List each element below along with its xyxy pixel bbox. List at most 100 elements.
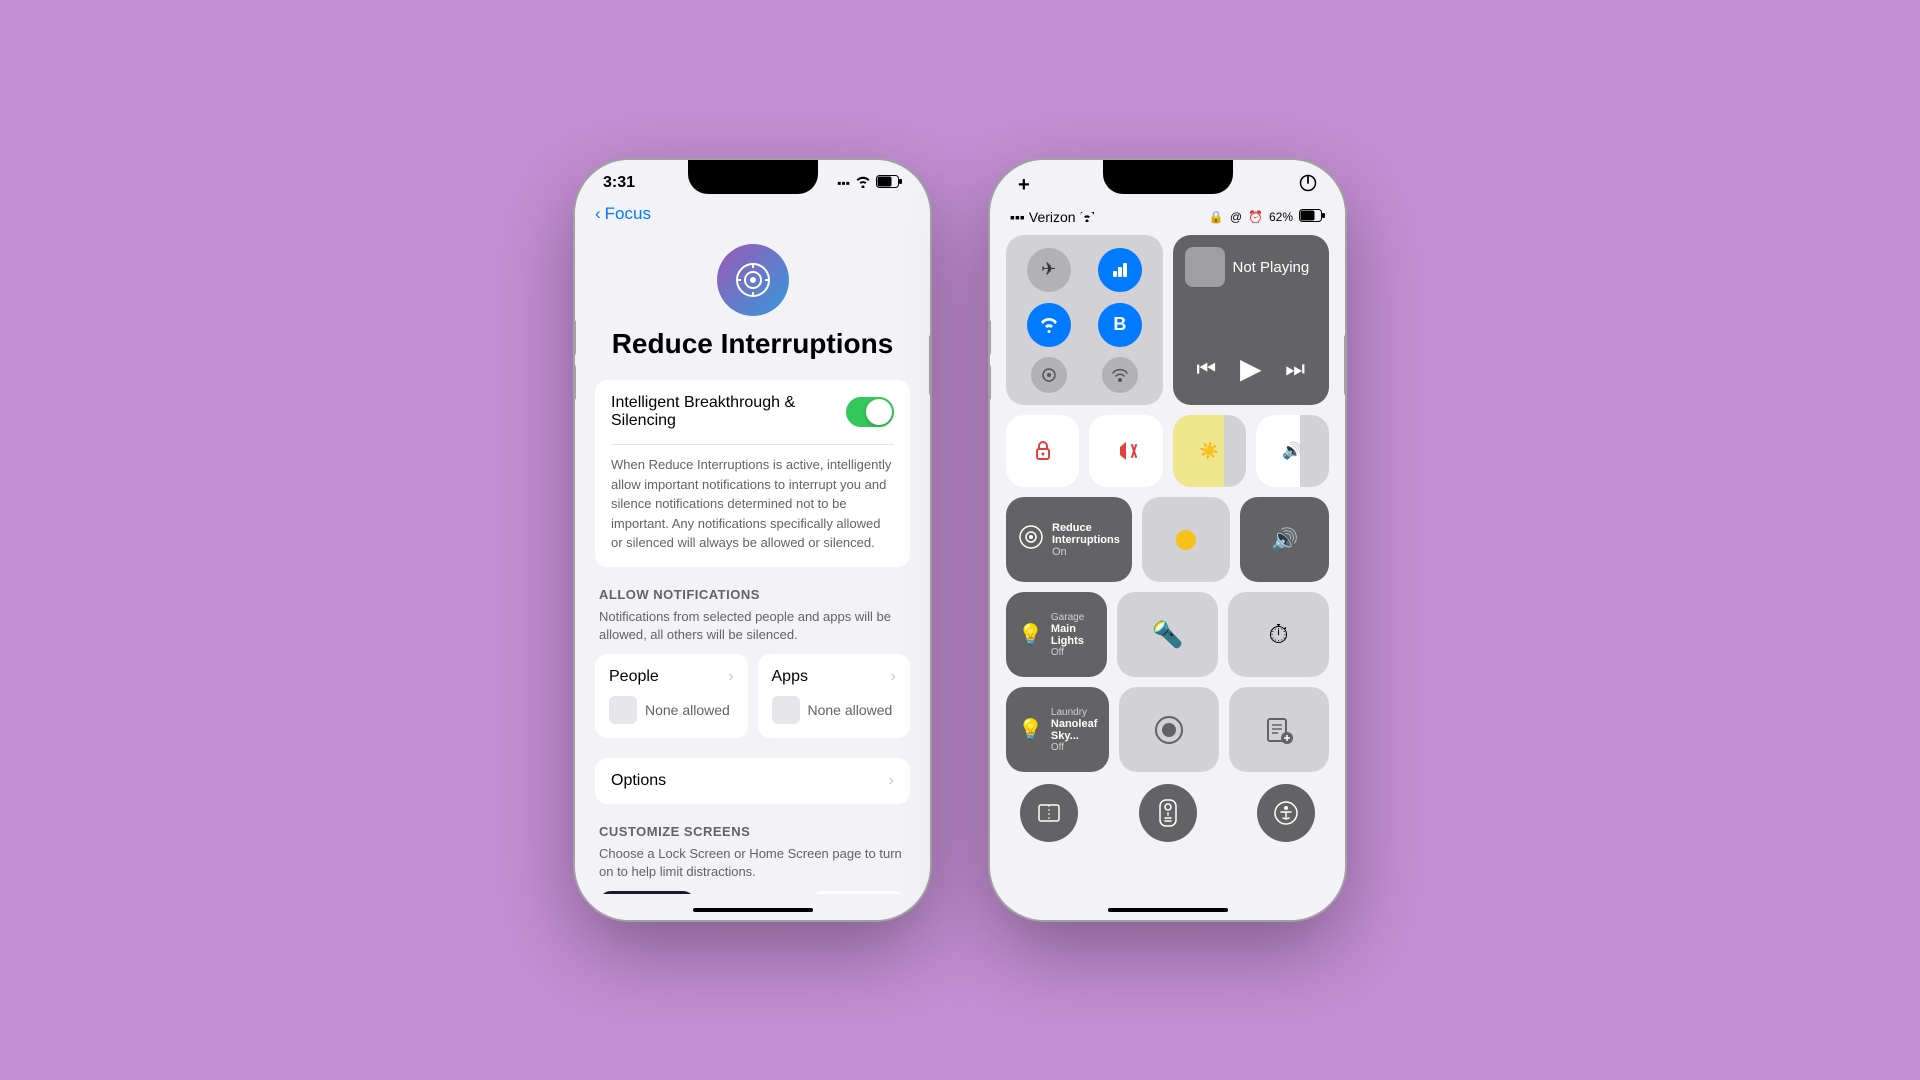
phone1-notch [688,160,818,194]
mirror-icon [1036,800,1062,826]
phone1-status-icons: ▪▪▪ [837,175,902,191]
now-playing-tile[interactable]: Not Playing ⏮ ▶ ⏭ [1173,235,1330,405]
accessibility-icon [1273,800,1299,826]
intelligent-toggle-row: Intelligent Breakthrough & Silencing [611,380,894,445]
mirror-btn[interactable] [1020,784,1078,842]
laundry-light-icon: 💡 [1018,717,1043,742]
customize-desc: Choose a Lock Screen or Home Screen page… [595,845,910,881]
power-btn[interactable] [929,335,930,395]
apps-card[interactable]: Apps › None allowed [758,654,911,738]
silent-mode-btn[interactable] [1089,415,1162,487]
reduce-interruptions-tile[interactable]: Reduce Interruptions On [1006,497,1132,582]
cc-main-grid: ✈ [990,235,1345,405]
play-pause-btn[interactable]: ▶ [1240,352,1262,385]
people-card[interactable]: People › None allowed [595,654,748,738]
reduce-interruptions-tile-text: Reduce Interruptions On [1052,522,1120,558]
customize-section: CUSTOMIZE SCREENS Choose a Lock Screen o… [595,824,910,894]
blank-screen-thumb[interactable]: + [810,891,906,894]
flashlight-tile[interactable]: 🔦 [1117,592,1218,677]
phone2-frame: + ▪▪▪ Verizon [990,160,1345,920]
cc-row3: Reduce Interruptions On 🔊 [990,497,1345,582]
cc-at-icon: @ [1230,210,1242,224]
airdrop-btn[interactable] [1031,357,1067,393]
focus-back-button[interactable]: ‹ Focus [595,204,651,224]
remote-icon [1158,799,1178,827]
remote-btn[interactable] [1139,784,1197,842]
options-label: Options [611,772,666,790]
phone1-time: 3:31 [603,174,635,192]
back-chevron-icon: ‹ [595,204,601,224]
brightness-icon: ☀️ [1199,441,1219,461]
garage-sub: Main Lights [1051,623,1095,647]
lock-screen-thumb[interactable]: 3:31 ○ ○ ○ [599,891,695,894]
garage-lights-tile[interactable]: 💡 Garage Main Lights Off [1006,592,1107,677]
wifi-control-btn[interactable] [1027,303,1071,347]
connectivity-tile[interactable]: ✈ [1006,235,1163,405]
options-chevron-icon: › [889,772,894,790]
screen-record-tile[interactable] [1119,687,1219,772]
toggle-card: Intelligent Breakthrough & Silencing Whe… [595,380,910,567]
reduce-interruptions-tile-label: Reduce Interruptions [1052,522,1120,546]
apps-card-title: Apps › [772,668,897,686]
yellow-dot [1176,530,1196,550]
volume-control-tile[interactable]: 🔊 [1240,497,1329,582]
phone2-home-indicator[interactable] [1108,908,1228,912]
people-indicator [609,696,637,724]
cc-plus-icon[interactable]: + [1018,174,1030,197]
cc-status-right: 🔒 @ ⏰ 62% [1209,209,1325,225]
phone2-volume-up-btn[interactable] [990,320,991,355]
laundry-tile[interactable]: 💡 Laundry Nanoleaf Sky... Off [1006,687,1109,772]
phone1-nav-bar: ‹ Focus [575,196,930,234]
yellow-indicator-tile[interactable] [1142,497,1231,582]
cc-alarm-icon: ⏰ [1248,210,1263,224]
cc-bottom-row [990,784,1345,842]
next-track-icon[interactable]: ⏭ [1285,356,1305,382]
airplane-mode-btn[interactable]: ✈ [1027,248,1071,292]
phone2-screen: + ▪▪▪ Verizon [990,160,1345,920]
phone2-volume-down-btn[interactable] [990,365,991,400]
cc-row4: 💡 Garage Main Lights Off 🔦 ⏱ [990,592,1345,677]
volume-up-btn[interactable] [575,320,576,355]
phone2-notch [1103,160,1233,194]
phone1-frame: 3:31 ▪▪▪ [575,160,930,920]
volume-tile[interactable]: 🔊 [1256,415,1329,487]
cc-carrier-bar: ▪▪▪ Verizon 🔒 @ ⏰ 62% [990,205,1345,235]
focus-icon-container [595,244,910,316]
prev-track-icon[interactable]: ⏮ [1196,356,1216,382]
quick-note-icon [1264,715,1294,745]
laundry-label: Laundry [1051,707,1097,718]
brightness-tile[interactable]: ☀️ [1173,415,1246,487]
intelligent-toggle[interactable] [846,397,894,427]
phone2-power-btn[interactable] [1344,335,1345,395]
volume-control-icon: 🔊 [1271,527,1298,553]
cc-row5: 💡 Laundry Nanoleaf Sky... Off [990,687,1345,772]
cc-carrier-info: ▪▪▪ Verizon [1010,209,1094,225]
rotation-lock-btn[interactable] [1006,415,1079,487]
options-card[interactable]: Options › [595,758,910,804]
wifi-status-icon [855,176,871,191]
accessibility-btn[interactable] [1257,784,1315,842]
signal-icon: ▪▪▪ [837,176,850,190]
apps-chevron-icon: › [891,668,896,686]
main-scene: 3:31 ▪▪▪ [575,160,1345,920]
people-card-sub: None allowed [609,696,734,724]
cc-power-icon[interactable] [1299,174,1317,197]
bluetooth-btn[interactable]: B [1098,303,1142,347]
apps-indicator [772,696,800,724]
cellular-btn[interactable] [1098,248,1142,292]
customize-header: CUSTOMIZE SCREENS [595,824,910,839]
allow-notifications-header: ALLOW NOTIFICATIONS [595,587,910,602]
cc-lock-icon: 🔒 [1209,210,1224,224]
quick-note-tile[interactable] [1229,687,1329,772]
screens-preview: 3:31 ○ ○ ○ [595,891,910,894]
np-top: Not Playing [1185,247,1318,287]
options-row: Options › [595,758,910,804]
volume-down-btn[interactable] [575,365,576,400]
timer-tile[interactable]: ⏱ [1228,592,1329,677]
home-screen-thumb[interactable] [705,891,801,894]
cc-row2: ☀️ 🔊 [990,415,1345,487]
timer-icon: ⏱ [1268,619,1288,651]
cc-battery-icon [1299,209,1325,225]
phone1-home-indicator[interactable] [693,908,813,912]
hotspot-btn[interactable] [1102,357,1138,393]
